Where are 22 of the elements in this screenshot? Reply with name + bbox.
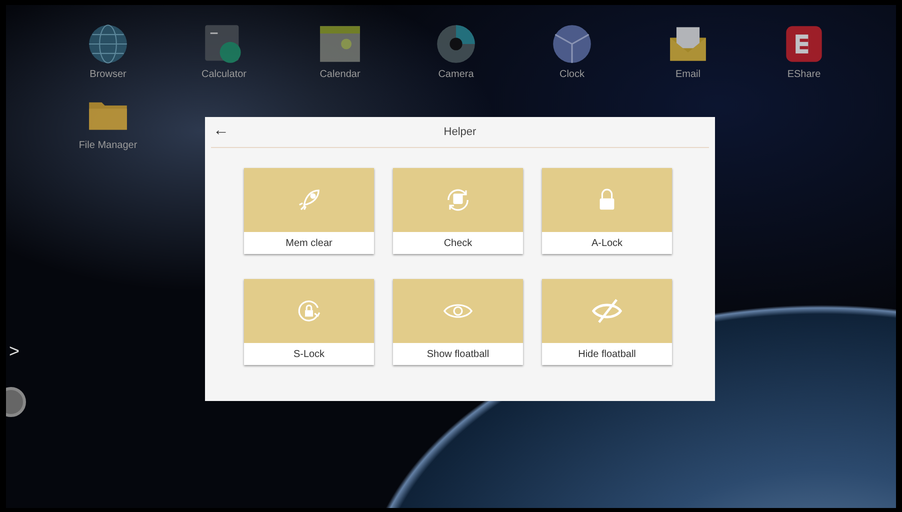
helper-tile[interactable]: Hide floatball [542,279,672,365]
app-label: EShare [787,69,821,80]
side-arrow[interactable]: > [9,341,20,362]
clock-icon[interactable] [551,23,593,65]
app-label: Browser [90,69,126,80]
helper-tile[interactable]: S-Lock [244,279,374,365]
eshare-icon[interactable] [783,23,825,65]
app-label: Clock [559,69,584,80]
back-button[interactable]: ← [213,122,229,140]
app-label: File Manager [78,140,138,151]
helper-tile[interactable]: Check [393,168,523,254]
dialog-title: Helper [444,126,476,138]
app-label: Email [675,69,700,80]
app-label: Calendar [320,69,360,80]
helper-tile[interactable]: A-Lock [542,168,672,254]
app-label: Camera [438,69,474,80]
globe-icon[interactable] [87,23,129,65]
helper-tile[interactable]: Mem clear [244,168,374,254]
camera-icon[interactable] [435,23,477,65]
calendar-icon[interactable] [319,23,361,65]
helper-tile[interactable]: Show floatball [393,279,523,365]
app-label: Calculator [201,69,247,80]
